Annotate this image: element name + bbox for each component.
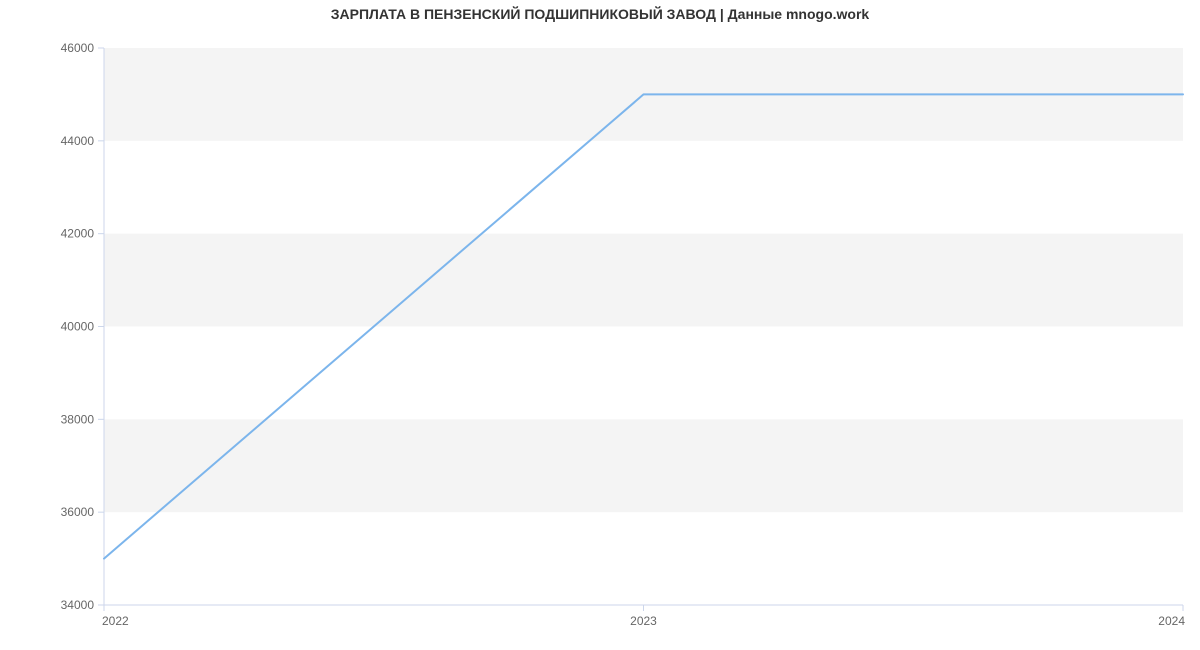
y-tick-label: 46000 bbox=[61, 41, 95, 55]
x-tick-label: 2023 bbox=[630, 614, 657, 628]
y-tick-label: 42000 bbox=[61, 227, 95, 241]
y-tick-label: 34000 bbox=[61, 598, 95, 612]
grid-band bbox=[104, 234, 1183, 327]
y-tick-label: 38000 bbox=[61, 412, 95, 426]
x-tick-label: 2022 bbox=[102, 614, 129, 628]
x-tick-label: 2024 bbox=[1158, 614, 1185, 628]
grid-band bbox=[104, 419, 1183, 512]
y-tick-label: 40000 bbox=[61, 320, 95, 334]
chart-title: ЗАРПЛАТА В ПЕНЗЕНСКИЙ ПОДШИПНИКОВЫЙ ЗАВО… bbox=[0, 6, 1200, 22]
chart-container: ЗАРПЛАТА В ПЕНЗЕНСКИЙ ПОДШИПНИКОВЫЙ ЗАВО… bbox=[0, 0, 1200, 650]
chart-svg: 34000 36000 38000 40000 42000 44000 46000 2022 2… bbox=[0, 0, 1200, 650]
y-tick-label: 44000 bbox=[61, 134, 95, 148]
y-tick-label: 36000 bbox=[61, 505, 95, 519]
